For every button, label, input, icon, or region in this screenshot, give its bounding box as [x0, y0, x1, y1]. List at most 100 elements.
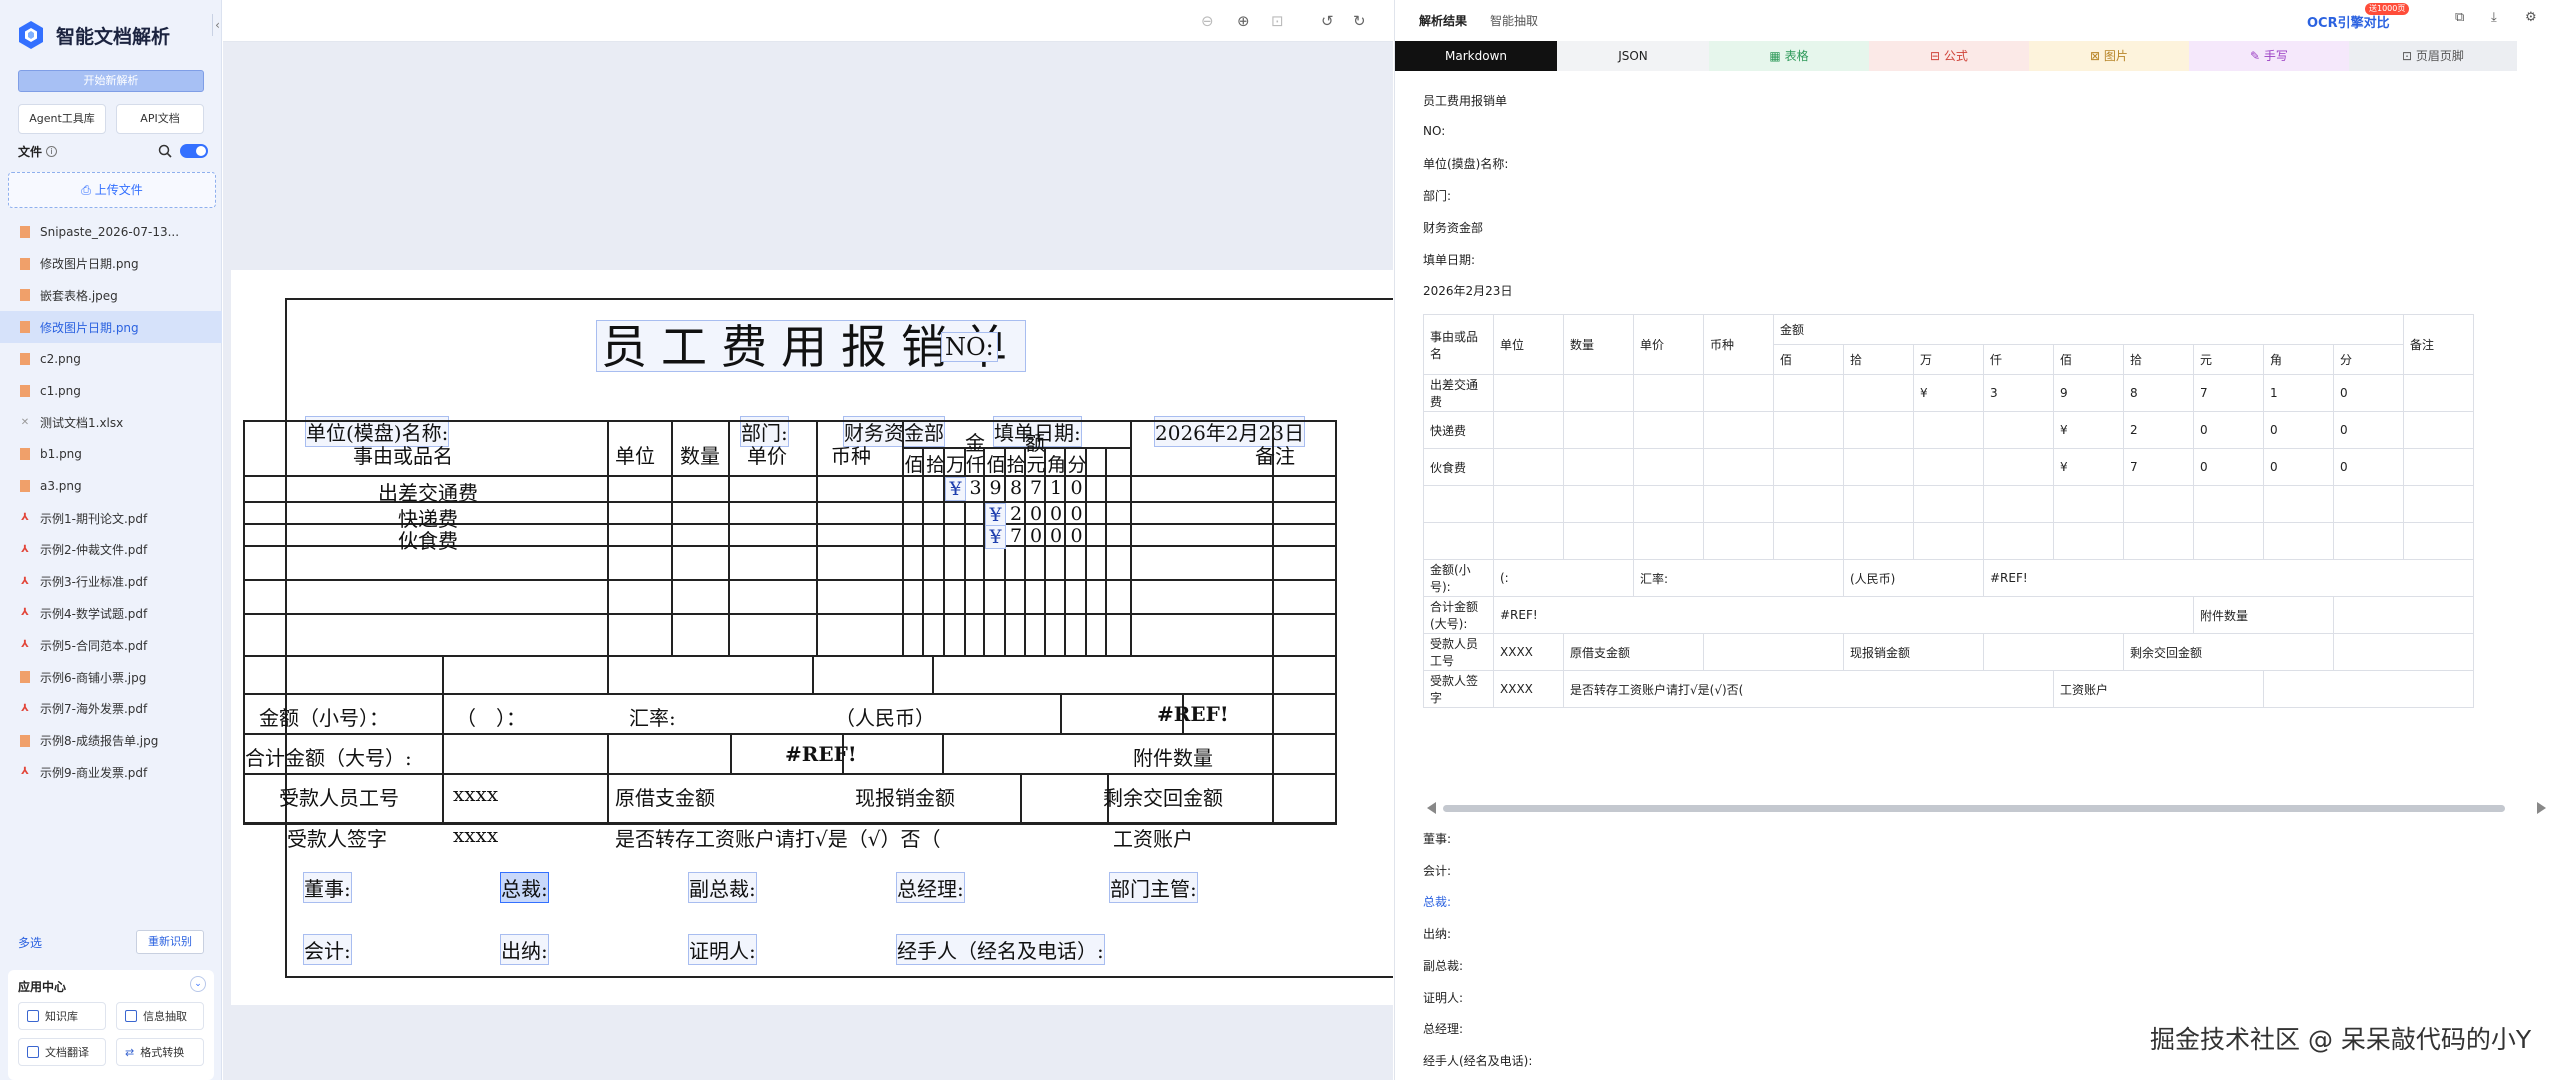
image-file-icon — [20, 734, 30, 747]
table-cell — [1843, 448, 1914, 486]
settings-icon[interactable]: ⚙ — [2525, 10, 2537, 25]
pdf-file-icon: ⅄ — [21, 607, 29, 619]
file-item[interactable]: ⅄ 示例3-行业标准.pdf — [0, 566, 222, 598]
file-item[interactable]: 修改图片日期.png — [0, 248, 222, 280]
app-logo: 智能文档解析 — [18, 18, 170, 52]
file-item[interactable]: b1.png — [0, 439, 222, 471]
table-horizontal-scrollbar[interactable] — [1423, 800, 2551, 816]
file-item[interactable]: ⅄ 示例7-海外发票.pdf — [0, 693, 222, 725]
format-convert-button[interactable]: ⇄ 格式转换 — [116, 1038, 204, 1066]
doc-digit-cell[interactable]: ¥ — [985, 503, 1006, 527]
file-item[interactable]: c1.png — [0, 375, 222, 407]
formula-icon: ⊟ — [1930, 49, 1944, 63]
fit-icon[interactable]: ⊡ — [1271, 12, 1284, 30]
doc-digit-cell[interactable]: ¥ — [985, 525, 1006, 549]
table-cell — [1983, 522, 2054, 560]
th-unit: 单位 — [1493, 314, 1564, 375]
scroll-thumb[interactable] — [1443, 805, 2505, 812]
table-cell — [1703, 485, 1774, 523]
files-toggle[interactable] — [180, 144, 208, 158]
file-item[interactable]: 示例8-成绩报告单.jpg — [0, 725, 222, 757]
table-cell — [1913, 411, 1984, 449]
files-header: 文件 i — [18, 142, 208, 160]
file-item[interactable]: ✕ 测试文档1.xlsx — [0, 407, 222, 439]
doc-digit-head: 分 — [1067, 454, 1087, 476]
doc-sig-gm[interactable]: 总经理: — [896, 872, 965, 903]
scroll-right-icon[interactable] — [2537, 802, 2546, 814]
file-item[interactable]: Snipaste_2026-07-13... — [0, 216, 222, 248]
doc-translate-button[interactable]: 文档翻译 — [18, 1038, 106, 1066]
rotate-right-icon[interactable]: ↻ — [1353, 12, 1366, 30]
tab-view-0[interactable]: Markdown — [1395, 41, 1557, 71]
doc-sig-president[interactable]: 总裁: — [500, 872, 549, 903]
doc-sig-dept-head[interactable]: 部门主管: — [1109, 872, 1198, 903]
new-parse-button[interactable]: 开始新解析 — [18, 70, 204, 92]
doc-sig-vice-president[interactable]: 副总裁: — [688, 872, 757, 903]
th-item: 事由或品名 — [1423, 314, 1494, 375]
doc-rmb-label: （人民币） — [835, 706, 935, 730]
tab-view-2[interactable]: ▦ 表格 — [1709, 41, 1869, 71]
file-name: 示例3-行业标准.pdf — [40, 575, 148, 590]
scroll-left-icon[interactable] — [1427, 802, 1436, 814]
file-item[interactable]: ⅄ 示例2-仲裁文件.pdf — [0, 534, 222, 566]
tab-view-1[interactable]: JSON — [1557, 41, 1709, 71]
pdf-file-icon: ⅄ — [21, 575, 29, 587]
tab-parse-result[interactable]: 解析结果 — [1419, 12, 1467, 29]
re-recognize-button[interactable]: 重新识别 — [136, 930, 204, 954]
search-icon[interactable] — [158, 144, 172, 158]
swap-icon: ⇄ — [125, 1045, 135, 1059]
salary-label: 工资账户 — [2053, 670, 2264, 708]
chevron-down-icon[interactable]: ⌄ — [190, 976, 206, 992]
tab-smart-extract[interactable]: 智能抽取 — [1490, 12, 1538, 29]
api-docs-button[interactable]: API文档 — [116, 104, 204, 134]
table-cell — [1633, 448, 1704, 486]
table-cell — [1703, 448, 1774, 486]
file-item[interactable]: a3.png — [0, 470, 222, 502]
upload-file-button[interactable]: ⎙ 上传文件 — [8, 172, 216, 208]
info-extract-button[interactable]: 信息抽取 — [116, 1002, 204, 1030]
doc-sig-director[interactable]: 董事: — [303, 872, 352, 903]
zoom-in-icon[interactable]: ⊕ — [1237, 12, 1250, 30]
file-item[interactable]: ⅄ 示例4-数学试题.pdf — [0, 598, 222, 630]
doc-sig-handler[interactable]: 经手人（经名及电话）: — [896, 934, 1105, 965]
zoom-out-icon[interactable]: ⊖ — [1201, 12, 1214, 30]
file-item[interactable]: ⅄ 示例9-商业发票.pdf — [0, 757, 222, 789]
table-cell — [1913, 522, 1984, 560]
agent-tools-button[interactable]: Agent工具库 — [18, 104, 106, 134]
upload-icon: ⎙ — [81, 183, 95, 197]
doc-sig-cashier[interactable]: 出纳: — [500, 934, 549, 965]
file-item[interactable]: 嵌套表格.jpeg — [0, 280, 222, 312]
file-item[interactable]: 示例6-商铺小票.jpg — [0, 661, 222, 693]
file-item[interactable]: ⅄ 示例5-合同范本.pdf — [0, 629, 222, 661]
collapse-sidebar-icon[interactable]: ‹ — [212, 14, 222, 36]
doc-digit-cell[interactable]: ¥ — [945, 477, 966, 501]
info-icon[interactable]: i — [46, 145, 58, 157]
download-icon[interactable]: ⤓ — [2491, 10, 2497, 25]
table-cell: 0 — [2193, 448, 2264, 486]
table-cell — [1493, 485, 1564, 523]
table-cell: ¥ — [2053, 411, 2124, 449]
doc-col-currency: 币种 — [831, 444, 871, 468]
tab-view-5[interactable]: ✎ 手写 — [2189, 41, 2349, 71]
file-item[interactable]: ⅄ 示例1-期刊论文.pdf — [0, 502, 222, 534]
file-item[interactable]: 修改图片日期.png — [0, 311, 222, 344]
table-cell: 0 — [2263, 448, 2334, 486]
doc-no-label[interactable]: NO: — [941, 332, 998, 362]
table-cell — [1423, 485, 1494, 523]
table-cell: 0 — [2333, 448, 2404, 486]
tab-view-6[interactable]: ⊡ 页眉页脚 — [2349, 41, 2517, 71]
rotate-left-icon[interactable]: ↺ — [1321, 12, 1334, 30]
doc-sig-accountant[interactable]: 会计: — [303, 934, 352, 965]
file-item[interactable]: c2.png — [0, 343, 222, 375]
tab-view-4[interactable]: ⊠ 图片 — [2029, 41, 2189, 71]
table-cell: 0 — [2193, 411, 2264, 449]
copy-icon[interactable]: ⧉ — [2455, 10, 2464, 25]
document-viewer[interactable]: ⊖ ⊕ ⊡ ↺ ↻ 员工费用报销单 NO: 单位(模盘)名称: 部门: 财务资金… — [223, 0, 1393, 1080]
doc-sig-witness[interactable]: 证明人: — [688, 934, 757, 965]
knowledge-base-button[interactable]: 知识库 — [18, 1002, 106, 1030]
file-name: a3.png — [40, 479, 82, 494]
tab-view-3[interactable]: ⊟ 公式 — [1869, 41, 2029, 71]
viewer-toolbar: ⊖ ⊕ ⊡ ↺ ↻ — [223, 0, 1393, 42]
multi-select-link[interactable]: 多选 — [18, 934, 42, 951]
refund-label: 剩余交回金额 — [2123, 633, 2334, 671]
